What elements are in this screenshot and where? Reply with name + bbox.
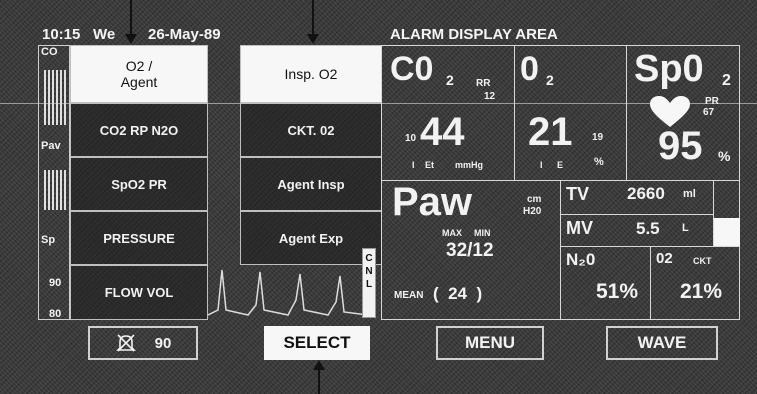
n2o-label: N₂0: [566, 250, 596, 269]
co2-footer-et: Et: [425, 160, 434, 170]
header-weekday: We: [93, 26, 116, 43]
spo2-pr-value: 67: [703, 107, 715, 118]
grid-divider-tv-mv: [560, 214, 713, 215]
menu-item-agent-insp[interactable]: Agent Insp: [240, 157, 382, 211]
alarm-display-area-label: ALARM DISPLAY AREA: [390, 26, 558, 43]
menu-item-ckt-o2[interactable]: CKT. 02: [240, 103, 382, 157]
o2-footer-e: E: [557, 160, 564, 170]
wave-button[interactable]: WAVE: [606, 326, 718, 360]
ckt-o2-label: 02: [656, 250, 673, 267]
co2-title-sub: 2: [446, 72, 454, 88]
o2-inspired-value: 21: [528, 110, 573, 154]
menu-item-insp-o2[interactable]: Insp. O2: [240, 45, 382, 103]
tv-value: 2660: [627, 184, 665, 203]
waveform-label-paw: Pav: [41, 140, 61, 152]
menu-button[interactable]: MENU: [436, 326, 544, 360]
grid-divider-gas: [650, 246, 651, 320]
menu-item-co2-rp-n2o[interactable]: CO2 RP N2O: [70, 103, 208, 157]
menu-item-pressure[interactable]: PRESSURE: [70, 211, 208, 265]
co2-inspired-value: 10: [405, 133, 417, 144]
spo2-unit: %: [718, 148, 731, 164]
mv-value: 5.5: [636, 219, 660, 238]
waveform-label-spo2: Sp: [41, 234, 56, 246]
co2-waveform: [44, 70, 66, 125]
paw-unit-h2o: H20: [523, 206, 542, 217]
monitor-screen: 10:15 We 26-May-89 ALARM DISPLAY AREA CO…: [0, 0, 757, 394]
spo2-title-sub: 2: [722, 72, 731, 89]
grid-col-divider-1: [514, 45, 515, 180]
cancel-tab-label: CNL: [365, 253, 373, 290]
co2-etco2-value: 44: [420, 110, 465, 154]
spo2-pr-label: PR: [705, 96, 719, 107]
pointer-arrow-bottom: [318, 368, 320, 394]
mv-unit: L: [682, 222, 689, 234]
waveform-label-co2: CO: [41, 46, 58, 58]
n2o-value: 51%: [596, 280, 639, 303]
alarm-silence-button[interactable]: 90: [88, 326, 198, 360]
co2-rr-label: RR: [476, 78, 491, 89]
ckt-o2-sublabel: CKT: [693, 256, 712, 266]
header-date: 26-May-89: [148, 26, 221, 43]
menu-item-o2-agent[interactable]: O2 / Agent: [70, 45, 208, 103]
paw-max-label: MAX: [442, 228, 462, 238]
pointer-arrow-middle: [312, 0, 314, 36]
scale-value-90: 90: [49, 277, 62, 289]
pointer-arrow-left: [130, 0, 132, 36]
paw-waveform: [44, 170, 66, 210]
mv-label: MV: [566, 218, 593, 238]
grid-col-divider-2: [626, 45, 627, 180]
tv-unit: ml: [683, 188, 696, 200]
select-button[interactable]: SELECT: [264, 326, 370, 360]
pointer-arrow-bottom-head: [313, 360, 325, 370]
pointer-arrow-middle-head: [307, 34, 319, 44]
o2-title: 0: [520, 50, 539, 88]
o2-unit: %: [594, 156, 604, 168]
paw-title: Paw: [392, 180, 473, 224]
o2-footer-i: I: [540, 160, 543, 170]
alarm-silenced-icon: [115, 334, 136, 352]
spo2-value: 95: [658, 124, 703, 168]
header-time: 10:15: [42, 26, 81, 43]
pointer-arrow-left-head: [125, 34, 137, 44]
tv-fill-bar: [714, 218, 740, 246]
flow-waveform: [208, 269, 369, 316]
co2-rr-value: 12: [484, 91, 496, 102]
menu-item-flow-vol[interactable]: FLOW VOL: [70, 265, 208, 320]
co2-title: C0: [390, 50, 434, 88]
paw-min-label: MIN: [474, 228, 491, 238]
paw-mean-label: MEAN: [394, 290, 424, 301]
paw-unit-cm: cm: [527, 194, 542, 205]
o2-title-sub: 2: [546, 72, 554, 88]
ckt-o2-value: 21%: [680, 280, 723, 303]
tv-label: TV: [566, 184, 590, 204]
spo2-title: Sp0: [634, 48, 704, 90]
alarm-silence-value: 90: [154, 334, 172, 352]
menu-item-spo2-pr[interactable]: SpO2 PR: [70, 157, 208, 211]
scale-value-80: 80: [49, 308, 62, 320]
grid-col-divider-3: [560, 180, 561, 320]
co2-footer-i: I: [412, 160, 415, 170]
o2-expired-value: 19: [592, 132, 604, 143]
menu-item-agent-exp[interactable]: Agent Exp: [240, 211, 382, 265]
paw-mean-value: ( 24 ): [433, 284, 483, 303]
paw-maxmin-value: 32/12: [446, 240, 494, 261]
co2-unit: mmHg: [455, 160, 484, 170]
